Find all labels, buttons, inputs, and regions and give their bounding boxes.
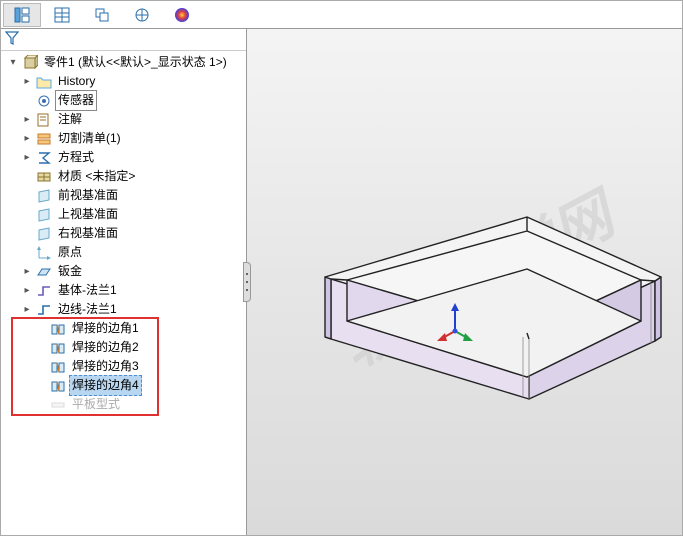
tree-node-weld-corner-3[interactable]: ▸焊接的边角3 [5, 357, 246, 376]
tree-node-annotations[interactable]: ▸ 注解 [5, 110, 246, 129]
sigma-icon [35, 151, 53, 165]
tab-config-manager[interactable] [83, 3, 121, 27]
tree-node-label: 注解 [55, 109, 85, 130]
tree-node-sheetmetal[interactable]: ▸ 钣金 [5, 262, 246, 281]
weld-icon [49, 360, 67, 374]
sensor-icon [35, 94, 53, 108]
weld-icon [49, 341, 67, 355]
origin-icon [35, 246, 53, 260]
tree-node-label: 材质 <未指定> [55, 166, 138, 187]
feature-tree-panel: ▾ 零件1 (默认<<默认>_显示状态 1>) ▸History▸传感器▸注解▸… [1, 29, 247, 535]
tab-dimxpert[interactable] [123, 3, 161, 27]
tree-node-front-plane[interactable]: ▸前视基准面 [5, 186, 246, 205]
tree-node-label: 前视基准面 [55, 185, 121, 206]
plane-icon [35, 189, 53, 203]
plane-icon [35, 227, 53, 241]
tree-node-label: 切割清单(1) [55, 128, 124, 149]
feature-tree[interactable]: ▾ 零件1 (默认<<默认>_显示状态 1>) ▸History▸传感器▸注解▸… [1, 51, 246, 535]
tree-node-equations[interactable]: ▸ 方程式 [5, 148, 246, 167]
feature-manager-tabs [1, 1, 682, 29]
chevron-right-icon[interactable]: ▸ [21, 148, 33, 167]
chevron-right-icon[interactable]: ▸ [21, 262, 33, 281]
tree-node-label: 平板型式 [69, 394, 123, 415]
sheetmetal-icon [35, 265, 53, 279]
tree-node-right-plane[interactable]: ▸右视基准面 [5, 224, 246, 243]
weld-icon [49, 322, 67, 336]
chevron-right-icon[interactable]: ▸ [21, 300, 33, 319]
tree-node-label: 焊接的边角2 [69, 337, 142, 358]
tree-node-flat-pattern[interactable]: ▸平板型式 [5, 395, 246, 414]
folder-icon [35, 75, 53, 89]
tree-node-edge-flange[interactable]: ▸ 边线-法兰1 [5, 300, 246, 319]
chevron-right-icon[interactable]: ▸ [21, 129, 33, 148]
tree-node-top-plane[interactable]: ▸上视基准面 [5, 205, 246, 224]
tab-feature-manager[interactable] [3, 3, 41, 27]
weld-icon [49, 379, 67, 393]
chevron-right-icon[interactable]: ▸ [21, 72, 33, 91]
tree-node-label: 基体-法兰1 [55, 280, 120, 301]
tree-node-weld-corner-2[interactable]: ▸焊接的边角2 [5, 338, 246, 357]
part-root-label: 零件1 (默认<<默认>_显示状态 1>) [41, 52, 230, 73]
note-icon [35, 113, 53, 127]
part-icon [21, 55, 39, 71]
tree-node-material[interactable]: ▸材质 <未指定> [5, 167, 246, 186]
part-root-node[interactable]: ▾ 零件1 (默认<<默认>_显示状态 1>) [5, 53, 246, 72]
tree-node-label: 原点 [55, 242, 85, 263]
chevron-down-icon[interactable]: ▾ [7, 53, 19, 72]
funnel-icon[interactable] [5, 31, 19, 48]
plane-icon [35, 208, 53, 222]
material-icon [35, 170, 53, 184]
chevron-right-icon[interactable]: ▸ [21, 281, 33, 300]
collapse-handle[interactable] [243, 262, 251, 302]
flange-icon [35, 303, 53, 317]
tree-node-label: 右视基准面 [55, 223, 121, 244]
tree-node-base-flange[interactable]: ▸ 基体-法兰1 [5, 281, 246, 300]
tree-node-label: 传感器 [55, 90, 97, 111]
flat-icon [49, 398, 67, 412]
tree-node-label: History [55, 71, 98, 92]
chevron-right-icon[interactable]: ▸ [21, 110, 33, 129]
model-viewport[interactable]: 软件自学网 [247, 29, 682, 535]
tree-node-label: 焊接的边角3 [69, 356, 142, 377]
cutlist-icon [35, 132, 53, 146]
tree-node-weld-corner-4[interactable]: ▸焊接的边角4 [5, 376, 246, 395]
tab-property-manager[interactable] [43, 3, 81, 27]
tree-node-cutlist[interactable]: ▸ 切割清单(1) [5, 129, 246, 148]
tree-node-history[interactable]: ▸ History [5, 72, 246, 91]
sheet-metal-model[interactable] [295, 177, 665, 437]
tree-node-label: 边线-法兰1 [55, 299, 120, 320]
flange-icon [35, 284, 53, 298]
filter-bar [1, 29, 246, 51]
tree-node-label: 方程式 [55, 147, 97, 168]
tree-node-sensors[interactable]: ▸传感器 [5, 91, 246, 110]
tree-node-origin[interactable]: ▸原点 [5, 243, 246, 262]
tab-display-manager[interactable] [163, 3, 201, 27]
tree-node-label: 焊接的边角4 [69, 375, 142, 396]
tree-node-weld-corner-1[interactable]: ▸焊接的边角1 [5, 319, 246, 338]
tree-node-label: 上视基准面 [55, 204, 121, 225]
tree-node-label: 焊接的边角1 [69, 318, 142, 339]
tree-node-label: 钣金 [55, 261, 85, 282]
